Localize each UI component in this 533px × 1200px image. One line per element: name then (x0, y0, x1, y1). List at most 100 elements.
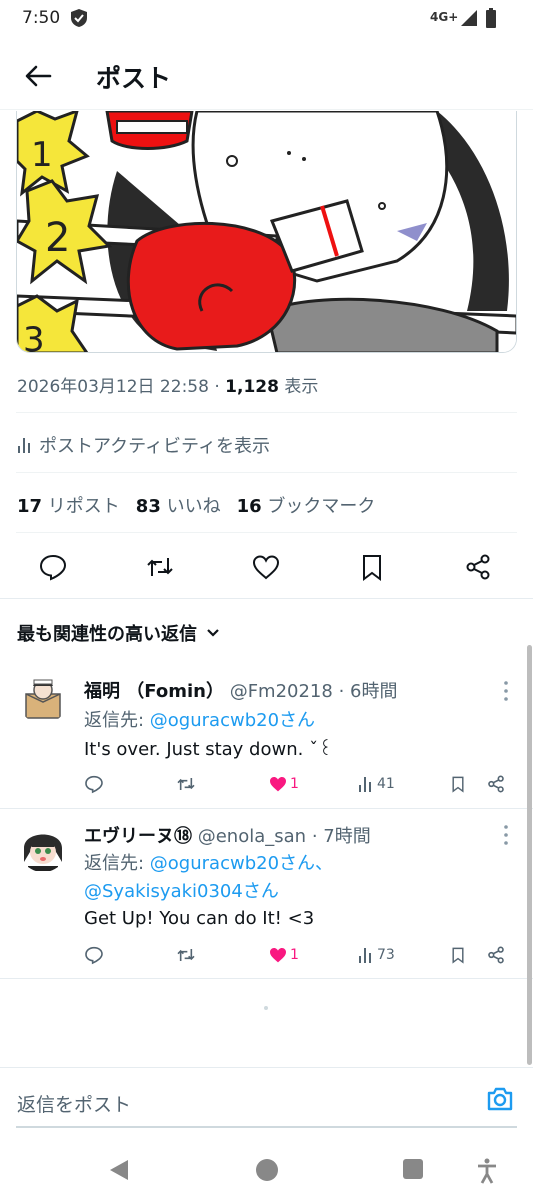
reply-icon (85, 946, 103, 965)
mention-link[interactable]: @oguracwb20さん (150, 710, 315, 731)
shield-icon (71, 9, 87, 27)
network-type: 4G+ (430, 10, 459, 24)
like-count: 1 (290, 947, 299, 963)
replying-to-label: 返信先: (84, 710, 150, 731)
view-count: 73 (377, 947, 395, 963)
analytics-icon (359, 777, 371, 792)
post-date: 2026年03月12日 22:58 (17, 377, 209, 397)
reply-action-bar: 1 73 (0, 943, 533, 971)
share-icon (488, 775, 504, 793)
system-nav-bar (0, 1140, 533, 1200)
reply-action-bar: 1 41 (0, 772, 533, 800)
bookmark-label: ブックマーク (267, 496, 376, 517)
replying-to-line2: @Syakisyaki0304さん (84, 877, 279, 903)
view-count: 41 (377, 776, 395, 792)
avatar[interactable] (18, 822, 68, 872)
repost-button[interactable] (175, 943, 197, 967)
avatar[interactable] (18, 674, 68, 724)
like-count: 83 (135, 496, 161, 517)
like-count: 1 (290, 776, 299, 792)
post-image[interactable]: 1 2 3 (16, 111, 517, 353)
reply-author-handle[interactable]: @Fm20218 (230, 681, 333, 702)
divider (0, 978, 533, 979)
reply-composer[interactable]: 返信をポスト (0, 1067, 533, 1131)
bookmark-button[interactable] (449, 943, 467, 967)
post-meta: 2026年03月12日 22:58 · 1,128 表示 (17, 372, 318, 397)
replying-to: 返信先: @oguracwb20さん (84, 706, 315, 732)
repost-icon[interactable] (145, 552, 175, 582)
post-activity-link[interactable]: ポストアクティビティを表示 (17, 432, 270, 458)
heart-filled-icon (270, 777, 286, 792)
camera-icon[interactable] (486, 1086, 514, 1112)
view-count: 1,128 (225, 377, 279, 397)
mention-link[interactable]: @Syakisyaki0304さん (84, 881, 279, 902)
divider (16, 472, 517, 473)
reply-header: 福明 （Fomin） @Fm20218 · 6時間 (84, 681, 398, 702)
share-icon (488, 946, 504, 964)
activity-label: ポストアクティビティを表示 (39, 436, 270, 457)
replying-to: 返信先: @oguracwb20さん、 (84, 849, 333, 875)
reply-button[interactable] (84, 772, 104, 796)
share-icon[interactable] (463, 552, 493, 582)
meta-separator: · (214, 377, 220, 397)
home-nav-icon[interactable] (255, 1158, 279, 1182)
sort-label: 最も関連性の高い返信 (17, 624, 197, 645)
repost-icon (177, 949, 195, 961)
bookmark-icon (452, 947, 464, 964)
recents-nav-icon[interactable] (402, 1158, 424, 1180)
analytics-icon (359, 948, 371, 963)
signal-icon (461, 10, 477, 26)
share-button[interactable] (486, 943, 506, 967)
post-action-bar (0, 548, 533, 588)
views-button[interactable]: 73 (357, 943, 395, 967)
chevron-down-icon (207, 629, 219, 637)
reply-icon (85, 775, 103, 794)
reply-author-handle[interactable]: @enola_san (198, 826, 306, 847)
bookmark-count: 16 (236, 496, 262, 517)
reply-button[interactable] (84, 943, 104, 967)
svg-text:1: 1 (31, 135, 53, 175)
reply-item[interactable]: 福明 （Fomin） @Fm20218 · 6時間 返信先: @oguracwb… (0, 660, 533, 808)
svg-text:3: 3 (23, 320, 45, 353)
page-title: ポスト (96, 64, 172, 93)
reply-sort-dropdown[interactable]: 最も関連性の高い返信 (17, 620, 221, 646)
repost-icon (177, 778, 195, 790)
more-options-icon[interactable] (500, 680, 512, 702)
divider (16, 412, 517, 413)
reply-author-name[interactable]: 福明 （Fomin） (84, 681, 224, 702)
reply-input[interactable]: 返信をポスト (17, 1090, 131, 1117)
more-options-icon[interactable] (500, 824, 512, 846)
bookmark-icon[interactable] (357, 552, 387, 582)
bookmark-icon (452, 776, 464, 793)
bookmark-count-link[interactable]: 16 ブックマーク (237, 492, 376, 518)
loading-indicator (264, 1006, 268, 1010)
like-label: いいね (166, 496, 221, 517)
back-arrow-icon[interactable] (22, 60, 54, 92)
like-button[interactable]: 1 (268, 772, 299, 796)
reply-item[interactable]: エヴリーヌ⑱ @enola_san · 7時間 返信先: @oguracwb20… (0, 808, 533, 978)
top-header: ポスト (0, 40, 533, 110)
share-button[interactable] (486, 772, 506, 796)
reply-author-name[interactable]: エヴリーヌ⑱ (84, 826, 192, 847)
like-icon[interactable] (251, 552, 281, 582)
comic-illustration: 1 2 3 (17, 111, 516, 353)
reply-text: It's over. Just stay down. ˇ꒰ (84, 739, 333, 760)
repost-button[interactable] (175, 772, 197, 796)
svg-text:2: 2 (45, 215, 70, 261)
replying-to-label: 返信先: (84, 853, 150, 874)
accessibility-icon[interactable] (476, 1158, 498, 1184)
views-button[interactable]: 41 (357, 772, 395, 796)
engagement-counts: 17 リポスト 83 いいね 16 ブックマーク (17, 492, 375, 518)
mention-link[interactable]: @oguracwb20さん、 (150, 853, 333, 874)
scrollbar[interactable] (527, 645, 532, 1065)
bookmark-button[interactable] (449, 772, 467, 796)
like-button[interactable]: 1 (268, 943, 299, 967)
like-count-link[interactable]: 83 いいね (136, 492, 221, 518)
reply-icon[interactable] (38, 552, 68, 582)
back-nav-icon[interactable] (108, 1158, 130, 1182)
view-label: 表示 (284, 377, 319, 397)
reply-text: Get Up! You can do It! <3 (84, 908, 315, 929)
reply-time: 7時間 (323, 826, 371, 847)
repost-count-link[interactable]: 17 リポスト (17, 492, 120, 518)
reply-header: エヴリーヌ⑱ @enola_san · 7時間 (84, 826, 371, 847)
